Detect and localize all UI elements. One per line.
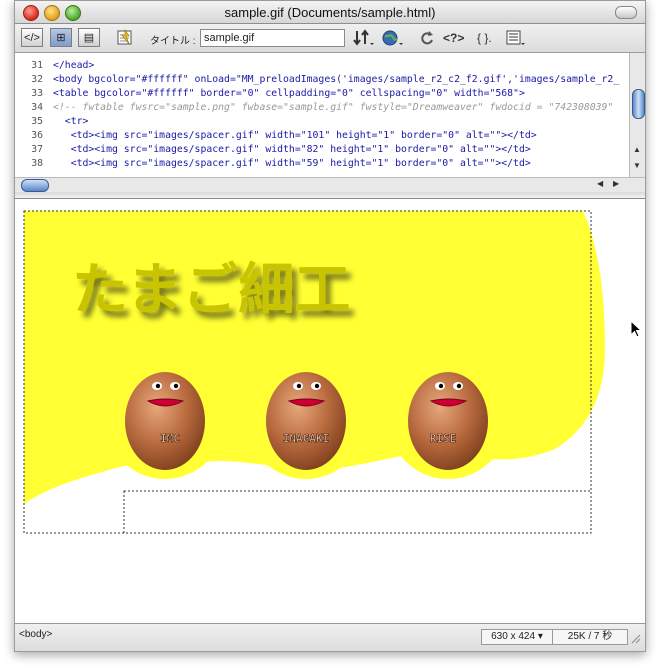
window-title: sample.gif (Documents/sample.html) [224, 5, 436, 20]
view-options-icon[interactable] [505, 29, 527, 47]
line-number: 33 [31, 88, 43, 99]
scroll-up-arrow-icon[interactable]: ▲ [633, 145, 641, 154]
title-bar[interactable]: sample.gif (Documents/sample.html) [15, 1, 645, 24]
code-line[interactable]: 31 </head> [15, 59, 627, 73]
code-line[interactable]: 32 <body bgcolor="#ffffff" onLoad="MM_pre… [15, 73, 627, 87]
code-text: <td><img src="images/spacer.gif" width="… [53, 158, 531, 169]
mouse-cursor-icon [630, 320, 642, 338]
code-line[interactable]: 37 <td><img src="images/spacer.gif" widt… [15, 143, 627, 157]
code-horizontal-scrollbar[interactable]: ◀ ▶ [15, 177, 645, 193]
design-view[interactable]: たまご細工 IMC INAGAKI RISE [15, 199, 645, 623]
code-text: <td><img src="images/spacer.gif" width="… [53, 130, 537, 141]
page-title-input[interactable] [200, 29, 345, 47]
reference-help-icon[interactable]: <?> [443, 29, 464, 47]
line-number: 34 [31, 102, 43, 113]
line-number: 37 [31, 144, 43, 155]
scroll-left-arrow-icon[interactable]: ◀ [597, 179, 603, 188]
code-line[interactable]: 35 <tr> [15, 115, 627, 129]
code-editor[interactable]: 31 </head> 32 <body bgcolor="#ffffff" onLoa… [15, 53, 645, 177]
title-field-label: タイトル : [150, 36, 196, 47]
live-data-icon[interactable] [116, 29, 134, 47]
code-text: <table bgcolor="#ffffff" border="0" cell… [53, 88, 525, 99]
egg-imc[interactable]: IMC [125, 372, 205, 470]
code-vertical-scroll-thumb[interactable] [632, 89, 645, 119]
refresh-icon[interactable] [419, 29, 435, 47]
egg-label-rise: RISE [430, 432, 457, 445]
design-canvas: たまご細工 IMC INAGAKI RISE [23, 210, 605, 534]
code-view-button[interactable]: </> [21, 28, 43, 47]
code-text: <body bgcolor="#ffffff" onLoad="MM_prelo… [53, 74, 620, 85]
code-text: <td><img src="images/spacer.gif" width="… [53, 144, 531, 155]
document-window: sample.gif (Documents/sample.html) </> ⊞… [14, 0, 646, 652]
download-size-indicator: 25K / 7 秒 [552, 629, 628, 645]
code-text: <!-- fwtable fwsrc="sample.png" fwbase="… [53, 102, 614, 113]
design-view-icon: ▤ [83, 32, 95, 44]
code-text: </head> [53, 60, 95, 71]
split-view-icon: ⊞ [56, 32, 66, 44]
toolbar-toggle-button[interactable] [615, 6, 637, 19]
egg-inagaki[interactable]: INAGAKI [266, 372, 346, 470]
code-line[interactable]: 34 <!-- fwtable fwsrc="sample.png" fwbase… [15, 101, 627, 115]
code-navigation-icon[interactable]: { }. [477, 29, 492, 47]
line-number: 31 [31, 60, 43, 71]
view-splitter[interactable] [15, 192, 645, 199]
preview-in-browser-icon[interactable] [381, 29, 405, 47]
code-line[interactable]: 38 <td><img src="images/spacer.gif" widt… [15, 157, 627, 171]
line-number: 36 [31, 130, 43, 141]
design-view-button[interactable]: ▤ [78, 28, 100, 47]
egg-label-imc: IMC [160, 432, 180, 445]
egg-rise[interactable]: RISE [408, 372, 488, 470]
code-line[interactable]: 36 <td><img src="images/spacer.gif" widt… [15, 129, 627, 143]
tag-selector[interactable]: <body> [19, 629, 52, 640]
code-horizontal-scroll-thumb[interactable] [21, 179, 49, 192]
scroll-right-arrow-icon[interactable]: ▶ [613, 179, 619, 188]
heading-text: たまご細工 [72, 258, 350, 323]
line-number: 38 [31, 158, 43, 169]
file-management-icon[interactable] [353, 29, 377, 47]
scroll-down-arrow-icon[interactable]: ▼ [633, 161, 641, 170]
line-number: 35 [31, 116, 43, 127]
code-vertical-scrollbar[interactable]: ▲ ▼ [629, 53, 645, 177]
document-toolbar: </> ⊞ ▤ タイトル : <?> { }. [15, 24, 645, 53]
window-size-popup[interactable]: 630 x 424 ▾ [481, 629, 553, 645]
table-cell-outline [123, 490, 592, 534]
code-view-icon: </> [24, 31, 40, 44]
line-number: 32 [31, 74, 43, 85]
split-view-button[interactable]: ⊞ [50, 28, 72, 47]
resize-grip-icon[interactable] [629, 632, 641, 644]
code-line[interactable]: 33 <table bgcolor="#ffffff" border="0" ce… [15, 87, 627, 101]
status-bar: <body> 630 x 424 ▾ 25K / 7 秒 [15, 623, 645, 651]
egg-label-inagaki: INAGAKI [283, 432, 329, 445]
code-text: <tr> [53, 116, 89, 127]
